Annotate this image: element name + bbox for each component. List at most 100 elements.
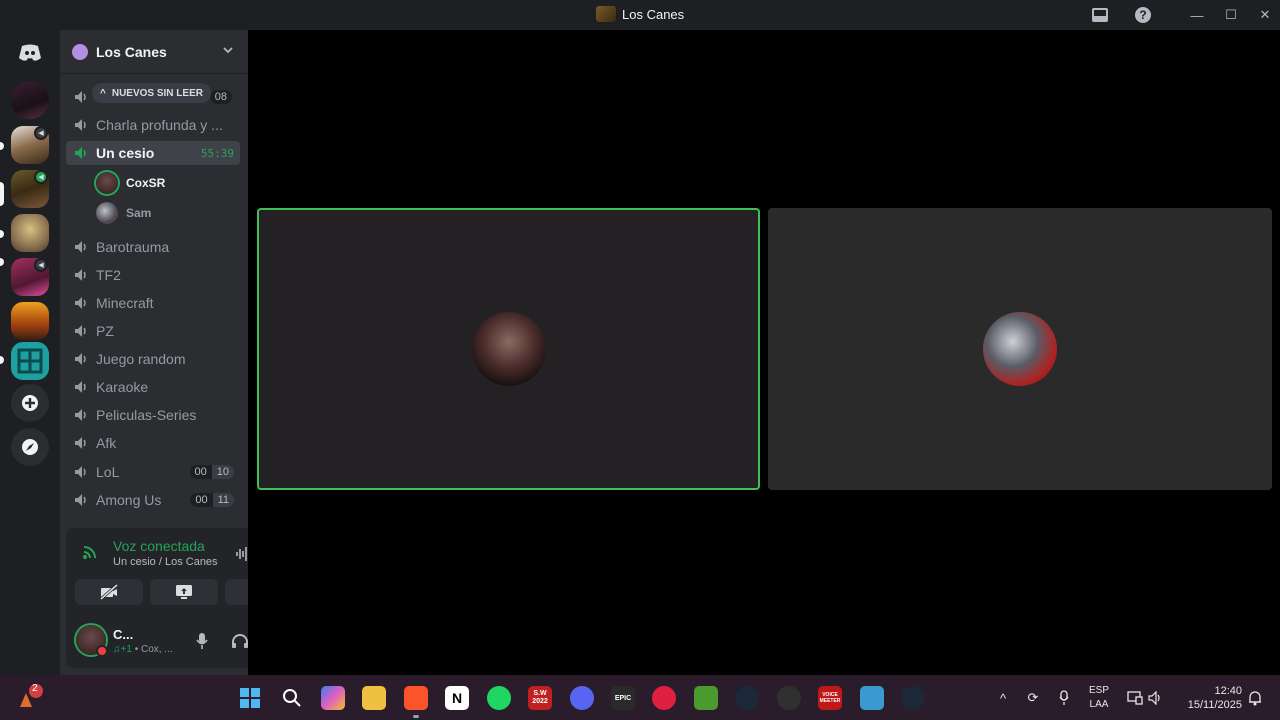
voice-channel[interactable]: Karaoke — [66, 375, 240, 399]
unread-pill — [0, 142, 4, 150]
username[interactable]: C... — [113, 627, 133, 642]
app-icon[interactable] — [860, 686, 884, 710]
speaker-icon — [72, 406, 90, 424]
copilot-icon[interactable] — [321, 686, 345, 710]
active-voice-badge-icon: ◀ — [34, 170, 48, 184]
screen-share-button[interactable] — [150, 579, 218, 605]
unread-pill — [0, 356, 4, 364]
channel-name: Afk — [96, 435, 117, 451]
voice-user[interactable]: CoxSR — [96, 170, 165, 196]
add-server-icon[interactable] — [11, 384, 49, 422]
camera-toggle-button[interactable] — [75, 579, 143, 605]
server-boost-icon — [72, 43, 88, 60]
voice-channel[interactable]: TF2 — [66, 263, 240, 287]
discover-icon[interactable] — [11, 428, 49, 466]
voice-channel[interactable]: Barotrauma — [66, 235, 240, 259]
inbox-icon[interactable] — [1090, 5, 1110, 25]
microphone-icon[interactable] — [190, 629, 214, 653]
volume-icon[interactable] — [1146, 686, 1166, 710]
clock-date: 15/11/2025 — [1187, 699, 1242, 711]
spotify-icon[interactable] — [487, 686, 511, 710]
voice-channel[interactable]: Juego random — [66, 347, 240, 371]
server-icon[interactable] — [11, 342, 49, 380]
keyboard-layout: LAA — [1089, 699, 1109, 710]
discord-home-icon[interactable] — [11, 34, 49, 72]
sw-2022-icon[interactable]: S.W 2022 — [528, 686, 552, 710]
microphone-icon[interactable] — [1054, 686, 1074, 710]
voice-user-name: CoxSR — [126, 176, 166, 190]
system-clock[interactable]: 12:40 15/11/2025 — [1176, 684, 1242, 712]
sync-icon[interactable]: ⟳ — [1023, 686, 1043, 710]
speaker-icon — [72, 116, 90, 134]
participant-tile-speaking[interactable] — [257, 208, 760, 490]
voice-channel[interactable]: Charla profunda y ... — [66, 113, 240, 137]
discord-icon[interactable] — [570, 686, 594, 710]
game-icon[interactable] — [652, 686, 676, 710]
user-limit-badge: 00 10 — [189, 465, 234, 479]
voice-status-subtitle[interactable]: Un cesio / Los Canes — [113, 556, 218, 568]
minecraft-icon[interactable] — [694, 686, 718, 710]
speaker-icon — [72, 322, 90, 340]
notion-icon[interactable]: N — [445, 686, 469, 710]
participant-tile[interactable] — [768, 208, 1272, 490]
server-avatar[interactable] — [11, 81, 49, 119]
music-activity: ♫+1 — [113, 644, 132, 655]
close-button[interactable]: ✕ — [1242, 0, 1280, 30]
user-limit: 11 — [212, 493, 234, 507]
voice-channel[interactable]: Peliculas-Series — [66, 403, 240, 427]
language-code: ESP — [1088, 685, 1109, 696]
svg-text:?: ? — [1139, 8, 1146, 22]
server-list: ◀ ◀ ◀ — [0, 30, 60, 675]
screen-share-icon — [176, 585, 192, 599]
signal-icon — [78, 540, 102, 564]
voice-user[interactable]: Sam — [96, 200, 151, 226]
chevron-down-icon — [222, 44, 234, 59]
voice-status-title[interactable]: Voz conectada — [113, 538, 205, 554]
speaker-icon — [72, 350, 90, 368]
new-unreads-pill[interactable]: ^ NUEVOS SIN LEER — [92, 83, 211, 103]
channel-name: Charla profunda y ... — [96, 117, 223, 133]
channel-name: Barotrauma — [96, 239, 170, 255]
channel-name: LoL — [96, 464, 120, 480]
user-limit: 10 — [211, 465, 234, 479]
voice-channel[interactable]: Afk — [66, 431, 240, 455]
notification-badge-icon[interactable] — [12, 679, 46, 713]
voice-channel[interactable]: Minecraft — [66, 291, 240, 315]
camera-off-icon — [100, 584, 118, 600]
file-explorer-icon[interactable] — [362, 686, 386, 710]
brave-icon[interactable] — [404, 686, 428, 718]
server-icon[interactable] — [11, 214, 49, 252]
voice-channel[interactable]: LoL 00 10 — [66, 460, 240, 484]
obs-icon[interactable] — [777, 686, 801, 710]
network-icon[interactable] — [1125, 686, 1145, 710]
speaker-badge-icon: ◀ — [34, 126, 48, 140]
voice-channel-active[interactable]: Un cesio 55:39 — [66, 141, 240, 165]
steam-icon[interactable] — [735, 686, 759, 710]
help-icon[interactable]: ? — [1133, 5, 1153, 25]
user-limit-badge: 08 — [209, 90, 232, 104]
epic-games-icon[interactable]: EPIC — [611, 686, 635, 710]
status-text: • Cox, ... — [134, 644, 173, 655]
participant-avatar — [983, 312, 1057, 386]
user-count: 00 — [190, 493, 213, 507]
server-icon[interactable] — [11, 302, 49, 340]
server-icon — [596, 6, 616, 22]
call-timer: 55:39 — [200, 146, 234, 160]
server-header[interactable]: Los Canes — [60, 30, 248, 74]
channel-sidebar: Los Canes 08 ^ NUEVOS SIN LEER Charla pr… — [60, 30, 302, 675]
input-language[interactable]: ESP LAA — [1086, 684, 1112, 712]
voice-channel[interactable]: Among Us 00 11 — [66, 488, 240, 512]
voicemeeter-icon[interactable]: VOICE MEETER — [818, 686, 842, 710]
search-icon[interactable] — [280, 686, 304, 710]
windows-start-icon[interactable] — [238, 686, 262, 710]
channel-name: Minecraft — [96, 295, 154, 311]
speaker-icon — [72, 463, 90, 481]
voice-channel[interactable]: PZ — [66, 319, 240, 343]
steam-icon[interactable] — [901, 686, 925, 710]
server-name: Los Canes — [96, 43, 167, 60]
windows-taskbar: 2 N S.W 2022 EPIC VOICE MEETER ^ ⟳ ESP L… — [0, 675, 1280, 720]
voice-stage — [248, 30, 1280, 675]
notification-bell-icon[interactable] — [1245, 686, 1265, 710]
chevron-up-icon[interactable]: ^ — [993, 686, 1013, 710]
dnd-status-icon — [96, 645, 108, 657]
